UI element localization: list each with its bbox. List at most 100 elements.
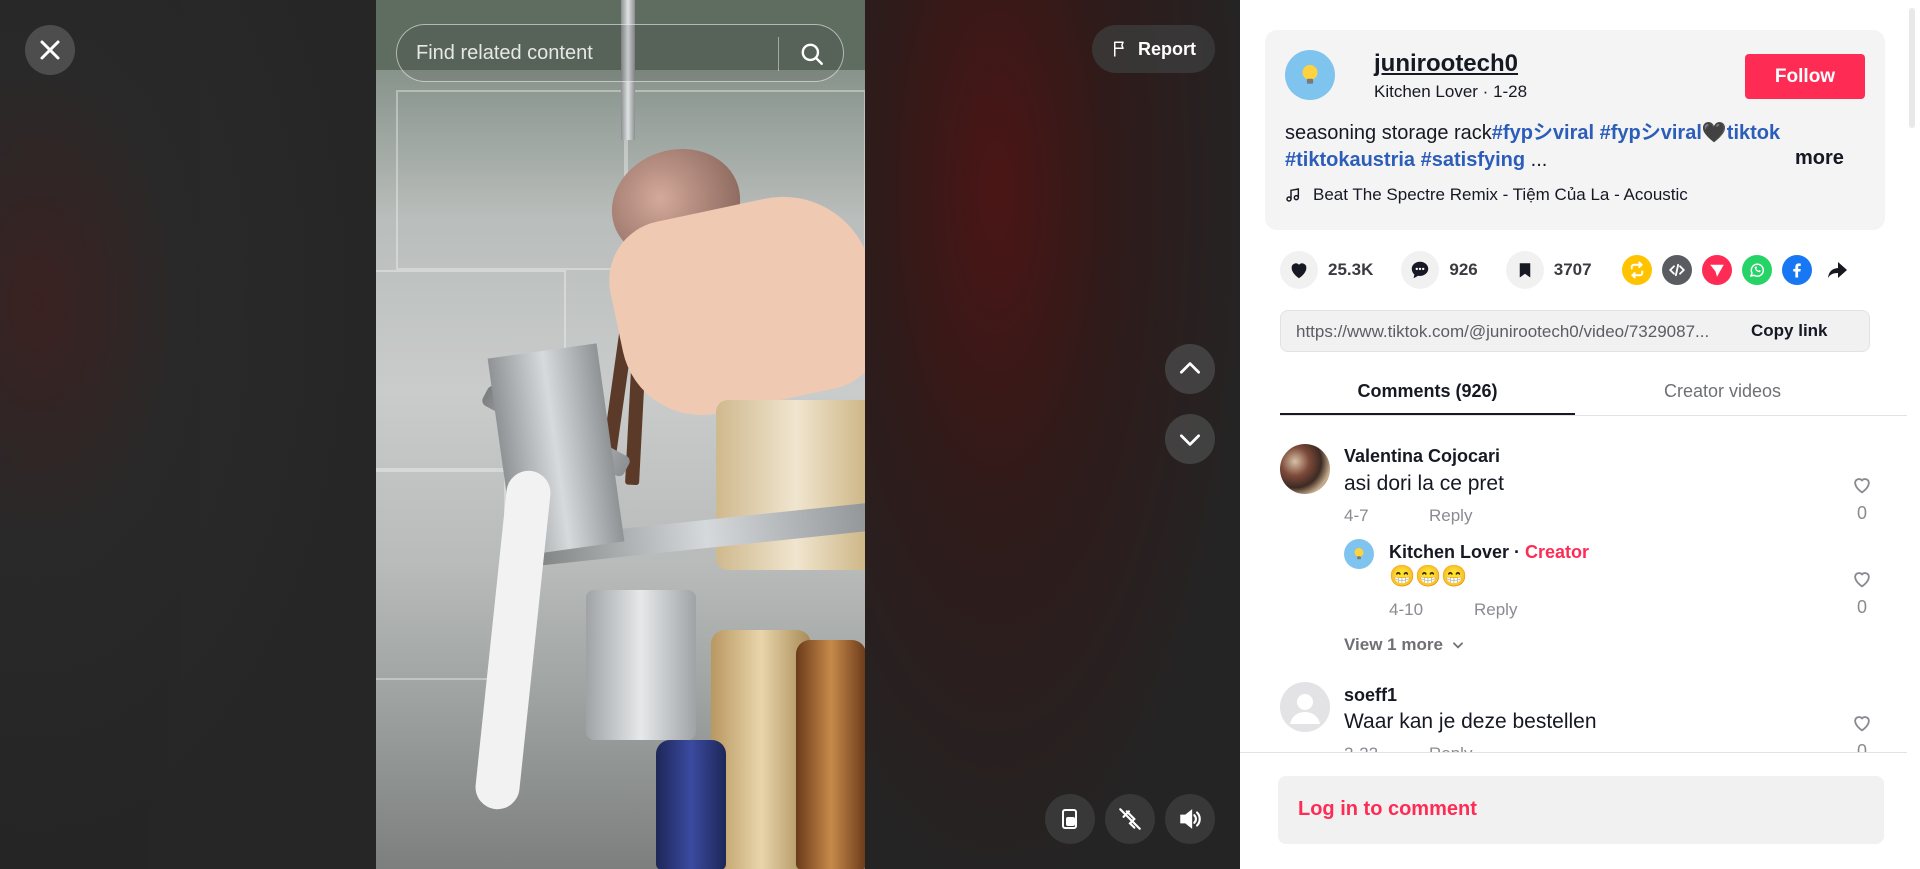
follow-button[interactable]: Follow bbox=[1745, 54, 1865, 99]
hashtag-link[interactable]: #fypシviral bbox=[1600, 122, 1702, 144]
reply-button[interactable]: Reply bbox=[1474, 600, 1517, 620]
embed-share-button[interactable] bbox=[1661, 255, 1692, 285]
reply-button[interactable]: Reply bbox=[1429, 506, 1472, 526]
comment-list[interactable]: Valentina Cojocari asi dori la ce pret 4… bbox=[1240, 417, 1900, 753]
video-info-card: junirootech0 Kitchen Lover · 1-28 Follow… bbox=[1265, 30, 1885, 230]
comment-text: asi dori la ce pret bbox=[1344, 472, 1504, 495]
comment-icon bbox=[1412, 261, 1429, 279]
video-description: seasoning storage rack#fypシviral #fypシvi… bbox=[1285, 120, 1805, 174]
commenter-name[interactable]: soeff1 bbox=[1344, 685, 1397, 706]
comment-text: Waar kan je deze bestellen bbox=[1344, 710, 1597, 733]
flag-icon bbox=[1114, 41, 1124, 57]
author-username[interactable]: junirootech0 bbox=[1374, 50, 1518, 78]
reply-author-separator: · bbox=[1509, 542, 1526, 562]
reply-author[interactable]: Kitchen Lover · Creator bbox=[1389, 542, 1589, 563]
creator-badge: Creator bbox=[1525, 542, 1590, 562]
comment-like-button[interactable]: 0 bbox=[1847, 712, 1877, 753]
author-nickname: Kitchen Lover bbox=[1374, 82, 1478, 101]
send-share-button[interactable] bbox=[1701, 255, 1732, 285]
author-subline: Kitchen Lover · 1-28 bbox=[1374, 82, 1528, 101]
panel-scrollbar[interactable] bbox=[1907, 0, 1920, 869]
details-panel: junirootech0 Kitchen Lover · 1-28 Follow… bbox=[1240, 0, 1920, 869]
panel-scrollbar-thumb[interactable] bbox=[1909, 8, 1915, 128]
hashtag-link[interactable]: #fypシviral bbox=[1492, 122, 1594, 144]
description-ellipsis: ... bbox=[1530, 149, 1548, 171]
like-button[interactable]: 25.3K bbox=[1280, 251, 1373, 289]
report-label: Report bbox=[1138, 38, 1196, 59]
video-link-box: https://www.tiktok.com/@junirootech0/vid… bbox=[1280, 310, 1870, 352]
reply-text: 😁😁😁 bbox=[1389, 565, 1468, 588]
video-utensil-holder bbox=[586, 590, 696, 740]
video-player[interactable] bbox=[376, 0, 865, 869]
close-button[interactable] bbox=[25, 25, 75, 75]
report-button[interactable]: Report bbox=[1092, 25, 1215, 73]
author-avatar[interactable] bbox=[1285, 50, 1335, 100]
autoscroll-button[interactable] bbox=[1105, 794, 1155, 844]
action-bar: 25.3K 926 3707 bbox=[1280, 250, 1852, 290]
favorite-count: 3707 bbox=[1553, 260, 1592, 279]
whatsapp-share-button[interactable] bbox=[1741, 255, 1772, 285]
video-url[interactable]: https://www.tiktok.com/@junirootech0/vid… bbox=[1296, 322, 1741, 342]
login-to-comment-button[interactable]: Log in to comment bbox=[1278, 776, 1884, 844]
comment-count: 926 bbox=[1449, 260, 1478, 279]
reply-avatar[interactable] bbox=[1344, 539, 1374, 569]
comment-like-button[interactable]: 0 bbox=[1847, 474, 1877, 524]
share-arrow-icon bbox=[1827, 262, 1847, 278]
close-icon bbox=[40, 40, 60, 60]
floating-player-icon bbox=[1062, 809, 1077, 829]
bookmark-icon bbox=[1519, 263, 1530, 278]
search-divider bbox=[778, 37, 779, 71]
send-icon bbox=[1709, 264, 1724, 277]
video-tile bbox=[396, 90, 626, 270]
video-bottle bbox=[656, 740, 726, 869]
comment-date: 4-7 bbox=[1344, 506, 1369, 525]
hashtag-link[interactable]: #tiktokaustria bbox=[1285, 149, 1415, 171]
heart-outline-icon bbox=[1854, 478, 1870, 494]
reply-date: 4-10 bbox=[1389, 600, 1424, 619]
embed-icon bbox=[1668, 263, 1685, 277]
copy-link-button[interactable]: Copy link bbox=[1751, 321, 1828, 341]
search-bar[interactable] bbox=[396, 24, 844, 82]
music-title: Beat The Spectre Remix - Tiệm Của La - A… bbox=[1313, 185, 1688, 204]
search-input[interactable] bbox=[416, 41, 766, 65]
default-avatar-icon bbox=[1290, 694, 1320, 724]
picture-in-picture-button[interactable] bbox=[1045, 794, 1095, 844]
comment-input-bar: Log in to comment bbox=[1240, 752, 1920, 869]
description-more-button[interactable]: more bbox=[1795, 147, 1844, 170]
lightbulb-icon bbox=[1302, 65, 1318, 84]
comment-like-count: 0 bbox=[1856, 503, 1867, 523]
tab-creator-videos[interactable]: Creator videos bbox=[1575, 366, 1870, 415]
reply-like-count: 0 bbox=[1856, 597, 1867, 617]
view-more-replies-button[interactable]: View 1 more bbox=[1344, 635, 1465, 655]
commenter-name[interactable]: Valentina Cojocari bbox=[1344, 446, 1500, 467]
music-note-icon bbox=[1286, 188, 1300, 202]
next-video-button[interactable] bbox=[1165, 414, 1215, 464]
tab-comments[interactable]: Comments (926) bbox=[1280, 366, 1575, 415]
video-stage: Report bbox=[0, 0, 1240, 869]
view-more-label: View 1 more bbox=[1344, 635, 1443, 654]
commenter-avatar[interactable] bbox=[1280, 682, 1330, 732]
volume-icon bbox=[1180, 809, 1201, 829]
heart-outline-icon bbox=[1854, 716, 1870, 732]
hashtag-link[interactable]: 🖤tiktok bbox=[1702, 122, 1780, 144]
chevron-down-icon bbox=[1452, 642, 1463, 649]
more-share-button[interactable] bbox=[1822, 255, 1852, 285]
video-tile bbox=[376, 470, 506, 680]
description-text: seasoning storage rack bbox=[1285, 122, 1492, 144]
favorite-button[interactable]: 3707 bbox=[1505, 251, 1592, 289]
repost-share-button[interactable] bbox=[1621, 255, 1652, 285]
search-button[interactable] bbox=[790, 35, 834, 73]
commenter-avatar[interactable] bbox=[1280, 444, 1330, 494]
comment-button[interactable]: 926 bbox=[1401, 251, 1478, 289]
hashtag-link[interactable]: #satisfying bbox=[1421, 149, 1525, 171]
post-date: 1-28 bbox=[1493, 82, 1528, 101]
facebook-share-button[interactable] bbox=[1781, 255, 1812, 285]
previous-video-button[interactable] bbox=[1165, 344, 1215, 394]
chevron-up-icon bbox=[1179, 362, 1201, 374]
like-count: 25.3K bbox=[1328, 260, 1374, 279]
music-link[interactable]: Beat The Spectre Remix - Tiệm Của La - A… bbox=[1285, 185, 1688, 205]
heart-outline-icon bbox=[1854, 572, 1870, 588]
reply-like-button[interactable]: 0 bbox=[1847, 568, 1877, 618]
volume-button[interactable] bbox=[1165, 794, 1215, 844]
login-label: Log in to comment bbox=[1298, 798, 1477, 820]
